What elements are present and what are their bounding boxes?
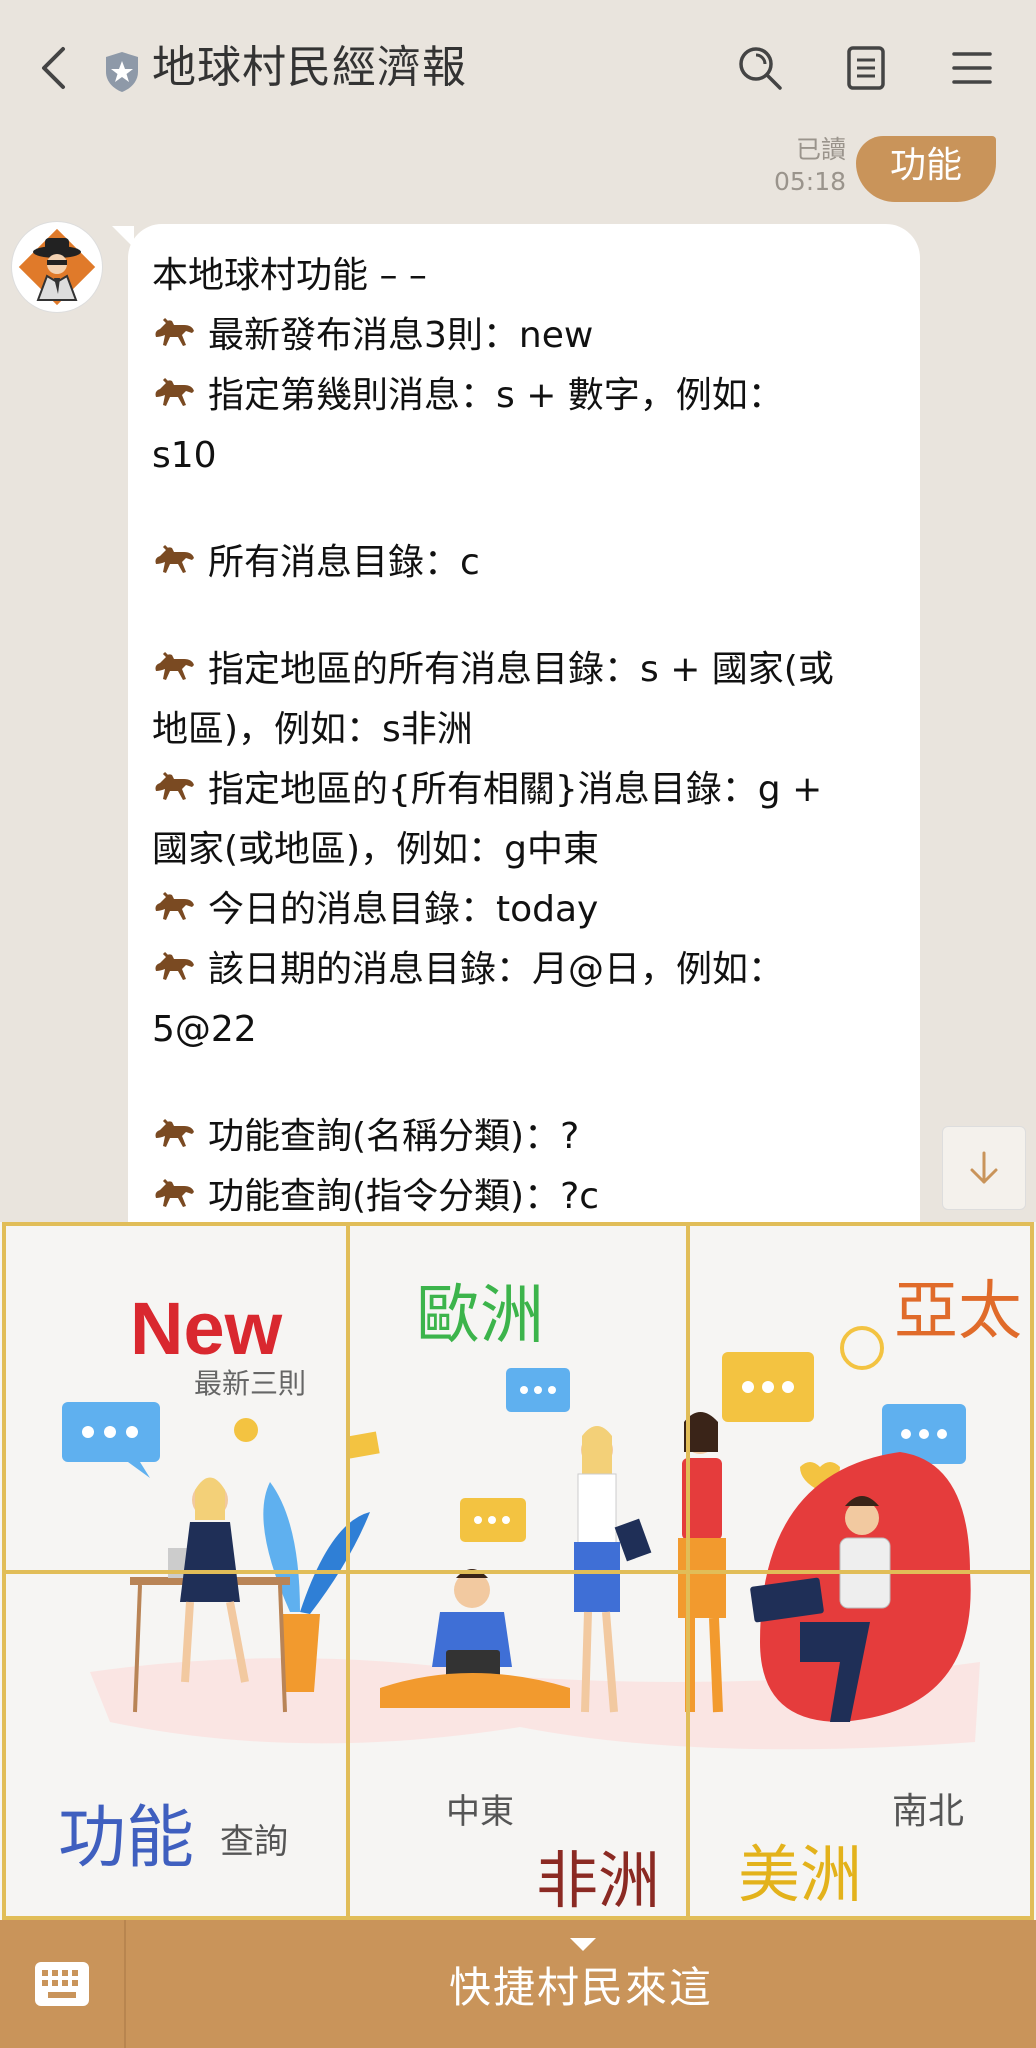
north-south-label: 南北 [892,1791,965,1832]
hamburger-menu-icon [952,52,992,84]
horse-icon [152,537,196,573]
chevron-left-icon [42,47,65,89]
message-line: 指定地區的{所有相關}消息目錄：g + [152,760,896,820]
keyboard-toggle-button[interactable] [0,1920,126,2048]
header-bar: 地球村民經濟報 [0,0,1036,134]
message-line: 指定第幾則消息：s + 數字，例如： [152,366,896,426]
chat-title: 地球村民經濟報 [152,42,467,93]
message-line: 所有消息目錄：c [152,533,896,593]
message-line-text: 該日期的消息目錄：月@日，例如： [208,949,785,990]
message-line-text: 指定第幾則消息：s + 數字，例如： [208,375,784,416]
message-line-text: 功能查詢(名稱分類)：? [208,1116,580,1157]
search-button[interactable] [732,40,788,96]
asia-pacific-label: 亞太 [894,1275,1022,1349]
sent-time: 05:18 [773,167,846,196]
message-line: 今日的消息目錄：today [152,880,896,940]
message-line-text: 功能查詢(指令分類)：?c [208,1176,599,1217]
message-line: 最新發布消息3則：new [152,306,896,366]
menu-cell-middle-east-africa[interactable]: 中東 非洲 [346,1570,690,1920]
official-shield-icon [106,52,138,92]
new-label: New [130,1287,283,1370]
back-button[interactable] [28,38,78,98]
horse-icon [152,764,196,800]
message-line-text: s10 [152,435,217,476]
message-line [152,593,896,640]
menu-cell-asia-pacific[interactable]: 亞太 [686,1222,1034,1574]
chat-screen: 地球村民經濟報 已讀 05:18 功能 本地球村功能 – – 最新發布消息3則：… [0,0,1036,2048]
horse-icon [152,310,196,346]
menu-button[interactable] [944,40,1000,96]
scroll-to-bottom-button[interactable] [942,1126,1026,1210]
message-line: 本地球村功能 – – [152,246,896,306]
search-icon [739,47,782,90]
rich-menu: New 最新三則 歐洲 亞太 功能 查詢 中東 非洲 南北 美洲 [0,1222,1036,1920]
message-line-text: 最新發布消息3則：new [208,315,594,356]
sent-message-meta: 已讀 05:18 [774,134,846,198]
message-line-text: 指定地區的所有消息目錄：s + 國家(或 [208,649,834,690]
message-line-text: 地區)，例如：s非洲 [152,709,473,750]
message-line: 地區)，例如：s非洲 [152,700,896,760]
horse-icon [152,370,196,406]
horse-icon [152,884,196,920]
message-line: s10 [152,426,896,486]
read-label: 已讀 [795,135,846,164]
arrow-down-icon [970,1151,998,1184]
message-line: 指定地區的所有消息目錄：s + 國家(或 [152,640,896,700]
menu-cell-function[interactable]: 功能 查詢 [2,1570,350,1920]
sent-message-bubble[interactable]: 功能 [855,136,996,202]
menu-cell-europe[interactable]: 歐洲 [346,1222,690,1574]
menu-cell-new[interactable]: New 最新三則 [2,1222,350,1574]
horse-icon [152,944,196,980]
message-line-text: 國家(或地區)，例如：g中東 [152,829,599,870]
message-line: 功能查詢(指令分類)：?c [152,1167,896,1224]
message-line [152,486,896,533]
horse-icon [152,644,196,680]
notes-button[interactable] [838,40,894,96]
chat-area[interactable]: 已讀 05:18 功能 本地球村功能 – – 最新發布消息3則：new 指定第幾則消… [0,134,1036,1224]
americas-label: 美洲 [738,1838,863,1911]
message-line: 功能查詢(名稱分類)：? [152,1107,896,1167]
function-sub-label: 查詢 [220,1822,288,1862]
rich-menu-toggle[interactable]: 快捷村民來這 [126,1920,1036,2048]
horse-icon [152,1171,196,1207]
function-label: 功能 [58,1799,195,1878]
message-line-text: 指定地區的{所有相關}消息目錄：g + [208,769,823,810]
notes-icon [847,46,885,90]
spy-avatar-icon [18,228,96,306]
message-line [152,1060,896,1107]
new-sub-label: 最新三則 [194,1367,307,1400]
message-line-text: 5@22 [152,1009,257,1050]
message-line: 國家(或地區)，例如：g中東 [152,820,896,880]
message-line-text: 本地球村功能 – – [152,255,427,296]
middle-east-label: 中東 [446,1792,514,1832]
message-line-text: 所有消息目錄：c [208,542,480,583]
menu-cell-americas[interactable]: 南北 美洲 [686,1570,1034,1920]
message-line: 5@22 [152,1000,896,1060]
received-message-bubble[interactable]: 本地球村功能 – – 最新發布消息3則：new 指定第幾則消息：s + 數字，例如：… [128,224,920,1224]
message-line-text: 今日的消息目錄：today [208,889,599,930]
rich-menu-bar: 快捷村民來這 [0,1920,1036,2048]
africa-label: 非洲 [536,1844,661,1917]
keyboard-icon [35,1962,89,2006]
horse-icon [152,1111,196,1147]
avatar[interactable] [12,222,102,312]
message-line: 該日期的消息目錄：月@日，例如： [152,940,896,1000]
europe-label: 歐洲 [416,1279,544,1353]
